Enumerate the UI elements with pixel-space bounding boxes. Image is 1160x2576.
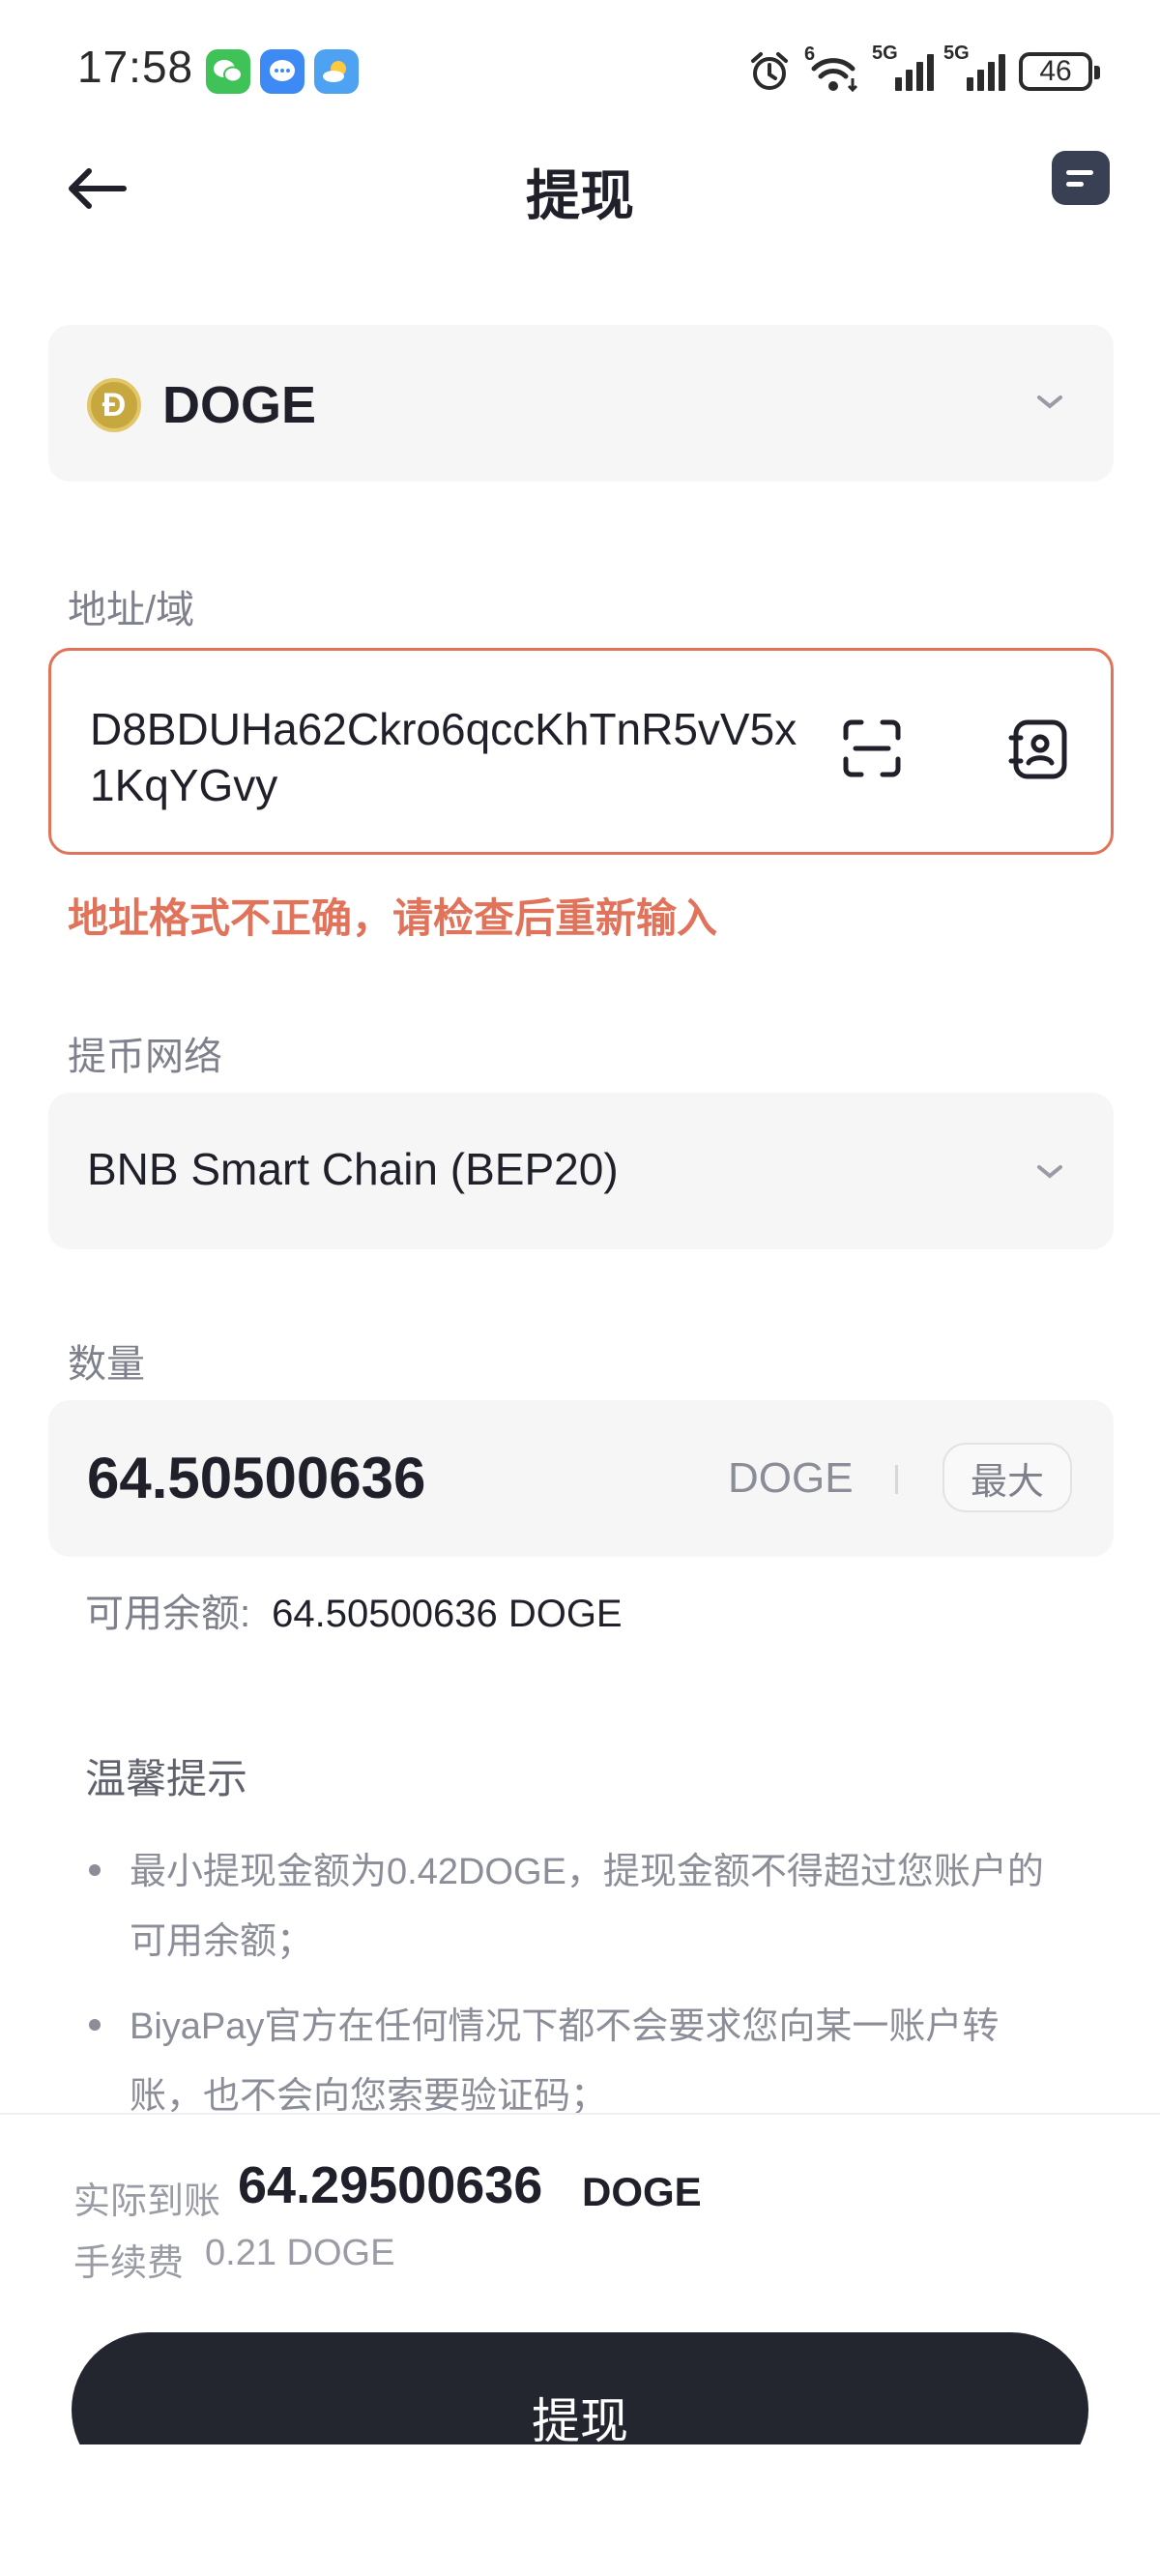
- footer-summary: 实际到账 64.29500636 DOGE 手续费 0.21 DOGE 提现: [0, 2113, 1160, 2576]
- address-book-button[interactable]: [1008, 718, 1070, 780]
- coin-selector[interactable]: Ð DOGE: [48, 325, 1114, 482]
- network-selector[interactable]: BNB Smart Chain (BEP20): [48, 1093, 1114, 1249]
- weather-icon: [314, 49, 359, 94]
- fee-value: 0.21 DOGE: [205, 2233, 395, 2273]
- coin-name: DOGE: [162, 376, 317, 434]
- actual-amount-unit: DOGE: [582, 2169, 702, 2214]
- address-book-icon: [1008, 719, 1067, 779]
- wifi-6-icon: 6: [804, 44, 862, 94]
- network-value: BNB Smart Chain (BEP20): [87, 1144, 619, 1194]
- battery-icon: 46: [1019, 52, 1100, 91]
- actual-amount-label: 实际到账: [73, 2181, 221, 2222]
- amount-label: 数量: [68, 1343, 145, 1386]
- amount-value[interactable]: 64.50500636: [87, 1445, 425, 1511]
- address-value[interactable]: D8BDUHa62Ckro6qccKhTnR5vV5x1KqYGvy: [90, 701, 805, 813]
- address-error: 地址格式不正确，请检查后重新输入: [68, 895, 718, 941]
- address-input[interactable]: D8BDUHa62Ckro6qccKhTnR5vV5x1KqYGvy: [48, 648, 1114, 855]
- signal-strength-icon: 5G: [943, 43, 1005, 91]
- withdraw-button-label: 提现: [532, 2394, 628, 2444]
- tip-item: BiyaPay官方在任何情况下都不会要求您向某一账户转账，也不会向您索要验证码；: [85, 1992, 1052, 2120]
- doge-coin-icon: Ð: [87, 378, 141, 432]
- available-label: 可用余额:: [85, 1593, 251, 1635]
- status-bar: 17:58 6 5G 5G 46: [0, 0, 1160, 145]
- wechat-icon: [206, 49, 250, 94]
- status-indicators: 6 5G 5G 46: [748, 43, 1100, 99]
- withdraw-button[interactable]: 提现: [72, 2332, 1088, 2444]
- signal-tag: 5G: [872, 43, 898, 64]
- chevron-down-icon: [1037, 395, 1062, 409]
- max-button[interactable]: 最大: [942, 1443, 1072, 1512]
- page-title: 提现: [526, 165, 634, 226]
- message-icon: [260, 49, 304, 94]
- amount-input[interactable]: 64.50500636 DOGE 最大: [48, 1400, 1114, 1557]
- scan-icon: [843, 719, 901, 777]
- tip-item: 最小提现金额为0.42DOGE，提现金额不得超过您账户的可用余额；: [85, 1837, 1052, 1976]
- bullet-icon: [89, 2019, 101, 2031]
- records-icon: [1066, 169, 1093, 175]
- divider: [895, 1465, 898, 1494]
- signal-tag: 5G: [943, 43, 970, 64]
- records-button[interactable]: [1052, 151, 1110, 205]
- tip-text: BiyaPay官方在任何情况下都不会要求您向某一账户转账，也不会向您索要验证码；: [130, 2006, 1000, 2117]
- alarm-clock-icon: [751, 52, 788, 90]
- scan-button[interactable]: [842, 718, 902, 778]
- available-balance: 可用余额: 64.50500636 DOGE: [85, 1582, 623, 1638]
- network-label: 提币网络: [68, 1036, 222, 1078]
- amount-unit: DOGE: [728, 1454, 854, 1502]
- status-time: 17:58: [77, 42, 194, 92]
- chevron-down-icon: [1037, 1165, 1062, 1179]
- actual-amount-value: 64.29500636: [238, 2156, 543, 2214]
- address-label: 地址/域: [68, 589, 195, 631]
- signal-strength-icon: 5G: [872, 43, 934, 91]
- battery-level: 46: [1039, 55, 1072, 87]
- bullet-icon: [89, 1864, 101, 1876]
- fee-label: 手续费: [73, 2243, 185, 2284]
- header: 提现: [0, 135, 1160, 242]
- tips-title: 温馨提示: [85, 1756, 248, 1801]
- available-value: 64.50500636 DOGE: [272, 1593, 623, 1635]
- tip-text: 最小提现金额为0.42DOGE，提现金额不得超过您账户的可用余额；: [130, 1852, 1044, 1962]
- submit-button-clip: 提现: [72, 2332, 1088, 2444]
